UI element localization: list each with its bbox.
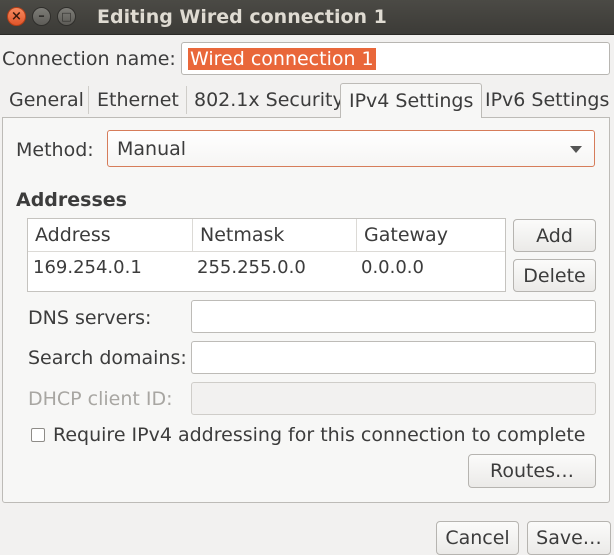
column-header-netmask[interactable]: Netmask xyxy=(193,219,357,252)
connection-name-label: Connection name: xyxy=(2,48,176,70)
column-header-address[interactable]: Address xyxy=(28,219,193,252)
column-header-gateway[interactable]: Gateway xyxy=(357,219,505,252)
tab-divider xyxy=(88,86,89,114)
routes-button[interactable]: Routes… xyxy=(468,454,596,488)
tab-ipv4-settings[interactable]: IPv4 Settings xyxy=(340,83,483,118)
maximize-window-button[interactable]: □ xyxy=(57,7,76,26)
tab-general[interactable]: General xyxy=(9,83,84,117)
add-address-button[interactable]: Add xyxy=(513,219,596,252)
tab-ipv6-settings[interactable]: IPv6 Settings xyxy=(485,83,609,117)
address-cell[interactable]: 169.254.0.1 xyxy=(33,257,142,278)
dns-servers-input[interactable] xyxy=(191,300,596,333)
title-bar: × – □ Editing Wired connection 1 xyxy=(0,0,614,35)
search-domains-input[interactable] xyxy=(191,341,596,374)
window-title: Editing Wired connection 1 xyxy=(97,6,387,28)
dns-servers-label: DNS servers: xyxy=(28,307,152,329)
method-dropdown[interactable]: Manual xyxy=(107,130,595,167)
dns-servers-field[interactable] xyxy=(192,301,595,332)
netmask-cell[interactable]: 255.255.0.0 xyxy=(197,257,306,278)
dhcp-client-id-label: DHCP client ID: xyxy=(28,388,173,410)
minimize-icon: – xyxy=(38,9,45,24)
tab-ethernet[interactable]: Ethernet xyxy=(97,83,179,117)
connection-name-input[interactable]: Wired connection 1 xyxy=(181,42,610,75)
require-ipv4-label[interactable]: Require IPv4 addressing for this connect… xyxy=(53,424,586,446)
dhcp-client-id-input xyxy=(191,382,596,415)
require-ipv4-checkbox[interactable] xyxy=(31,428,45,442)
maximize-icon: □ xyxy=(61,10,72,23)
search-domains-field[interactable] xyxy=(192,342,595,373)
search-domains-label: Search domains: xyxy=(28,347,187,369)
cancel-button[interactable]: Cancel xyxy=(436,521,519,555)
minimize-window-button[interactable]: – xyxy=(32,7,51,26)
close-icon: × xyxy=(11,9,22,24)
connection-name-value: Wired connection 1 xyxy=(188,48,376,70)
delete-address-button[interactable]: Delete xyxy=(513,259,596,292)
close-window-button[interactable]: × xyxy=(7,7,26,26)
tab-8021x-security[interactable]: 802.1x Security xyxy=(194,83,344,117)
gateway-cell[interactable]: 0.0.0.0 xyxy=(361,257,424,278)
addresses-table[interactable]: Address Netmask Gateway 169.254.0.1 255.… xyxy=(27,218,506,292)
method-label: Method: xyxy=(16,139,94,161)
dhcp-client-id-field xyxy=(192,383,595,414)
save-button[interactable]: Save… xyxy=(527,521,611,555)
addresses-section-title: Addresses xyxy=(16,189,127,211)
dropdown-arrow-icon xyxy=(570,146,582,153)
tab-divider xyxy=(186,86,187,114)
method-value: Manual xyxy=(117,138,187,160)
